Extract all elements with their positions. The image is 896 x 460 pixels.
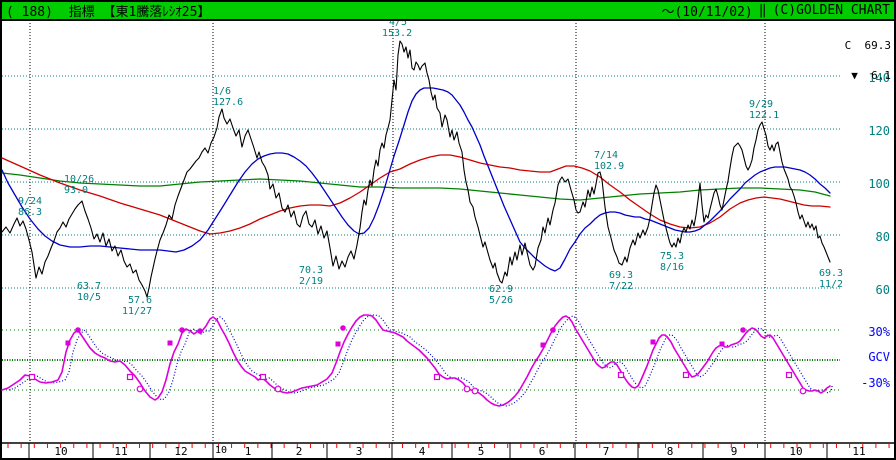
buy-square-marker <box>651 340 656 345</box>
golden-chart-window: 9/2486.310/2693.063.710/557.611/271/6127… <box>0 0 896 460</box>
sell-square-marker <box>787 373 792 378</box>
peak-circle-marker <box>75 327 81 333</box>
annotation-label: 69.3 <box>819 268 843 279</box>
window-border <box>1 1 895 459</box>
trough-circle-marker <box>137 386 143 392</box>
gcv-axis-label: 30% <box>868 325 890 339</box>
latest-quote: C 69.3 ▼ 6.1 <box>845 21 891 101</box>
buy-square-marker <box>720 342 725 347</box>
month-label: 1 <box>245 445 252 458</box>
sell-square-marker <box>684 373 689 378</box>
peak-circle-marker <box>550 327 556 333</box>
annotation-label: 7/14 <box>594 150 618 161</box>
sell-square-marker <box>30 375 35 380</box>
annotation-label: 7/22 <box>609 281 633 292</box>
separator-bars-icon: ‖ <box>759 3 767 18</box>
annotation-label: 11/27 <box>122 306 152 317</box>
month-label: 9 <box>731 445 738 458</box>
annotation-label: 11/2 <box>819 279 843 290</box>
month-label: 4 <box>419 445 426 458</box>
annotation-label: 5/26 <box>489 295 513 306</box>
annotation-label: 9/24 <box>18 196 42 207</box>
month-label: 7 <box>603 445 610 458</box>
chart-title: ( 188) 指標 【東1騰落ﾚｼｵ25】 <box>6 1 210 20</box>
annotation-label: 122.1 <box>749 110 779 121</box>
gcv-axis-label: -30% <box>861 376 891 390</box>
month-label: 10 <box>789 445 802 458</box>
sell-square-marker <box>128 375 133 380</box>
year-marker: 10 <box>215 445 227 456</box>
annotation-label: 93.0 <box>64 185 88 196</box>
date-range: ～(10/11/02) <box>661 1 752 20</box>
buy-square-marker <box>66 341 71 346</box>
copyright: (C)GOLDEN CHART <box>773 3 890 18</box>
buy-square-marker <box>168 341 173 346</box>
gcv-axis-label: GCV <box>868 350 890 364</box>
annotation-label: 8/16 <box>660 262 684 273</box>
annotation-label: 127.6 <box>213 97 243 108</box>
annotation-label: 70.3 <box>299 265 323 276</box>
y-axis-tick-label: 80 <box>876 230 890 244</box>
annotation-label: 10/5 <box>77 292 101 303</box>
annotation-label: 86.3 <box>18 207 42 218</box>
month-label: 11 <box>852 445 865 458</box>
peak-circle-marker <box>340 325 346 331</box>
y-axis-tick-label: 60 <box>876 283 890 297</box>
annotation-label: 63.7 <box>77 281 101 292</box>
annotation-label: 9/29 <box>749 99 773 110</box>
month-label: 3 <box>356 445 363 458</box>
close-value: C 69.3 <box>845 41 891 51</box>
trough-circle-marker <box>472 388 478 394</box>
month-label: 11 <box>114 445 127 458</box>
month-label: 10 <box>54 445 67 458</box>
sell-square-marker <box>261 375 266 380</box>
buy-square-marker <box>541 343 546 348</box>
month-label: 8 <box>667 445 674 458</box>
annotation-label: 2/19 <box>299 276 323 287</box>
annotation-label: 1/6 <box>213 86 231 97</box>
peak-circle-marker <box>179 327 185 333</box>
month-label: 6 <box>539 445 546 458</box>
annotation-label: 57.6 <box>128 295 152 306</box>
change-value: ▼ 6.1 <box>845 71 891 81</box>
annotation-label: 102.9 <box>594 161 624 172</box>
month-label: 2 <box>296 445 303 458</box>
trough-circle-marker <box>464 386 470 392</box>
title-bar: ( 188) 指標 【東1騰落ﾚｼｵ25】 ～(10/11/02) ‖ (C)G… <box>2 2 894 21</box>
annotation-label: 153.2 <box>382 28 412 39</box>
chart-canvas: 9/2486.310/2693.063.710/557.611/271/6127… <box>0 0 896 460</box>
buy-square-marker <box>336 342 341 347</box>
annotation-label: 75.3 <box>660 251 684 262</box>
month-label: 12 <box>174 445 187 458</box>
annotation-label: 62.9 <box>489 284 513 295</box>
y-axis-tick-label: 120 <box>868 124 890 138</box>
month-label: 5 <box>478 445 485 458</box>
sell-square-marker <box>435 375 440 380</box>
trough-circle-marker <box>275 386 281 392</box>
annotation-label: 69.3 <box>609 270 633 281</box>
peak-circle-marker <box>740 327 746 333</box>
sell-square-marker <box>619 373 624 378</box>
trough-circle-marker <box>800 388 806 394</box>
peak-circle-marker <box>197 328 203 334</box>
title-bar-right: ～(10/11/02) ‖ (C)GOLDEN CHART <box>661 1 890 20</box>
y-axis-tick-label: 100 <box>868 177 890 191</box>
annotation-label: 10/26 <box>64 174 94 185</box>
